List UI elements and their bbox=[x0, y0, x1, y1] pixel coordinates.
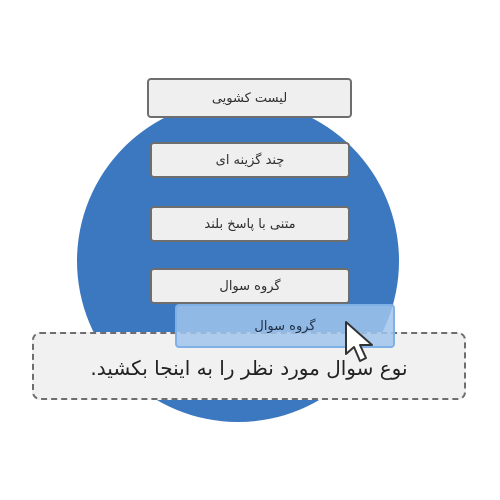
question-type-question-group[interactable]: گروه سوال bbox=[150, 268, 350, 304]
question-type-long-text[interactable]: متنی با پاسخ بلند bbox=[150, 206, 350, 242]
question-type-dropdown-list[interactable]: لیست کشویی bbox=[147, 78, 352, 118]
question-type-multiple-choice[interactable]: چند گزینه ای bbox=[150, 142, 350, 178]
arrow-pointer-icon bbox=[345, 321, 373, 362]
